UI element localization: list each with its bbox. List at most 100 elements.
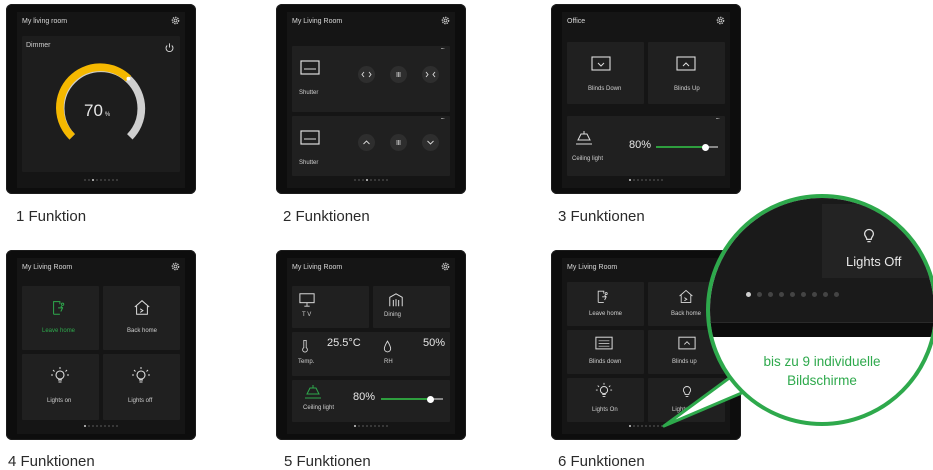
page-dot[interactable] <box>116 179 118 181</box>
page-dot[interactable] <box>378 179 380 181</box>
open-left-right-button[interactable] <box>358 66 375 83</box>
page-dot[interactable] <box>116 425 118 427</box>
page-dot[interactable] <box>96 425 98 427</box>
page-dot-active[interactable] <box>366 179 368 181</box>
leave-home-card[interactable]: Leave home <box>567 282 644 326</box>
page-dot[interactable] <box>811 292 817 297</box>
page-dot[interactable] <box>649 179 651 181</box>
page-dot-active[interactable] <box>84 425 86 427</box>
page-dot[interactable] <box>778 292 784 297</box>
ceiling-light-card[interactable]: ... Ceiling light 80% <box>567 112 725 176</box>
page-dot[interactable] <box>645 425 647 427</box>
gear-icon[interactable] <box>440 261 451 272</box>
page-dot[interactable] <box>633 179 635 181</box>
page-dot[interactable] <box>637 425 639 427</box>
page-dot[interactable] <box>645 179 647 181</box>
page-dot[interactable] <box>88 425 90 427</box>
down-button[interactable] <box>422 134 439 151</box>
page-dot[interactable] <box>362 425 364 427</box>
page-dot[interactable] <box>382 425 384 427</box>
page-dot[interactable] <box>108 425 110 427</box>
page-dot[interactable] <box>374 425 376 427</box>
more-icon[interactable]: ... <box>440 112 445 121</box>
shutter-card-1[interactable]: ... Shutter <box>292 42 450 112</box>
blinds-up-card[interactable]: Blinds Up <box>648 42 725 104</box>
gear-icon[interactable] <box>170 261 181 272</box>
stop-button[interactable] <box>390 134 407 151</box>
page-dot[interactable] <box>637 179 639 181</box>
dining-card[interactable]: Dining <box>373 286 450 328</box>
gear-icon[interactable] <box>440 15 451 26</box>
page-dot[interactable] <box>100 179 102 181</box>
page-dots[interactable] <box>562 425 730 429</box>
climate-card[interactable]: Temp. 25.5°C RH 50% <box>292 332 450 376</box>
lights-on-card[interactable]: Lights on <box>22 354 99 420</box>
gear-icon[interactable] <box>170 15 181 26</box>
page-dot-active[interactable] <box>745 292 751 297</box>
page-dot[interactable] <box>657 179 659 181</box>
page-dot[interactable] <box>386 179 388 181</box>
page-dot[interactable] <box>112 425 114 427</box>
lights-on-card[interactable]: Lights On <box>567 378 644 422</box>
page-dot-active[interactable] <box>629 425 631 427</box>
brightness-slider[interactable] <box>656 143 718 151</box>
stop-button[interactable] <box>390 66 407 83</box>
blinds-down-card[interactable]: Blinds down <box>567 330 644 374</box>
page-dot[interactable] <box>833 292 839 297</box>
page-dot[interactable] <box>657 425 659 427</box>
page-dot[interactable] <box>108 179 110 181</box>
slider-knob[interactable] <box>427 395 435 403</box>
page-dot[interactable] <box>641 179 643 181</box>
page-dot[interactable] <box>641 425 643 427</box>
page-dot[interactable] <box>800 292 806 297</box>
page-dots[interactable] <box>17 425 185 429</box>
page-dot[interactable] <box>84 179 86 181</box>
blinds-down-card[interactable]: Blinds Down <box>567 42 644 104</box>
brightness-slider[interactable] <box>381 395 443 403</box>
page-dot[interactable] <box>661 425 663 427</box>
back-home-card[interactable]: Back home <box>103 286 180 350</box>
page-dot-active[interactable] <box>92 179 94 181</box>
more-icon[interactable]: ... <box>715 112 720 121</box>
dimmer-card[interactable]: Dimmer 70% <box>22 36 180 172</box>
page-dot[interactable] <box>100 425 102 427</box>
page-dot[interactable] <box>649 425 651 427</box>
gear-icon[interactable] <box>715 15 726 26</box>
close-left-right-button[interactable] <box>422 66 439 83</box>
page-dot[interactable] <box>789 292 795 297</box>
page-dot[interactable] <box>756 292 762 297</box>
page-dot[interactable] <box>378 425 380 427</box>
page-dots[interactable] <box>287 179 455 183</box>
page-dot[interactable] <box>822 292 828 297</box>
slider-knob[interactable] <box>702 143 710 151</box>
page-dot[interactable] <box>661 179 663 181</box>
page-dot[interactable] <box>366 425 368 427</box>
page-dot[interactable] <box>96 179 98 181</box>
lights-off-card[interactable]: Lights off <box>103 354 180 420</box>
more-icon[interactable]: ... <box>440 42 445 51</box>
page-dot[interactable] <box>767 292 773 297</box>
page-dot-active[interactable] <box>354 425 356 427</box>
page-dot[interactable] <box>92 425 94 427</box>
page-dot[interactable] <box>358 425 360 427</box>
page-dot[interactable] <box>112 179 114 181</box>
page-dot[interactable] <box>104 425 106 427</box>
page-dot[interactable] <box>382 179 384 181</box>
power-icon[interactable] <box>164 42 175 53</box>
page-dot-active[interactable] <box>629 179 631 181</box>
page-dot[interactable] <box>358 179 360 181</box>
shutter-card-2[interactable]: ... Shutter <box>292 112 450 176</box>
ceiling-light-card[interactable]: Ceiling light 80% <box>292 380 450 422</box>
page-dot[interactable] <box>370 425 372 427</box>
page-dot[interactable] <box>104 179 106 181</box>
up-button[interactable] <box>358 134 375 151</box>
page-dots[interactable] <box>287 425 455 429</box>
page-dot[interactable] <box>88 179 90 181</box>
page-dot[interactable] <box>374 179 376 181</box>
page-dots[interactable] <box>562 179 730 183</box>
page-dot[interactable] <box>386 425 388 427</box>
page-dots[interactable] <box>17 179 185 183</box>
page-dot[interactable] <box>633 425 635 427</box>
tv-card[interactable]: T V <box>292 286 369 328</box>
page-dot[interactable] <box>653 425 655 427</box>
